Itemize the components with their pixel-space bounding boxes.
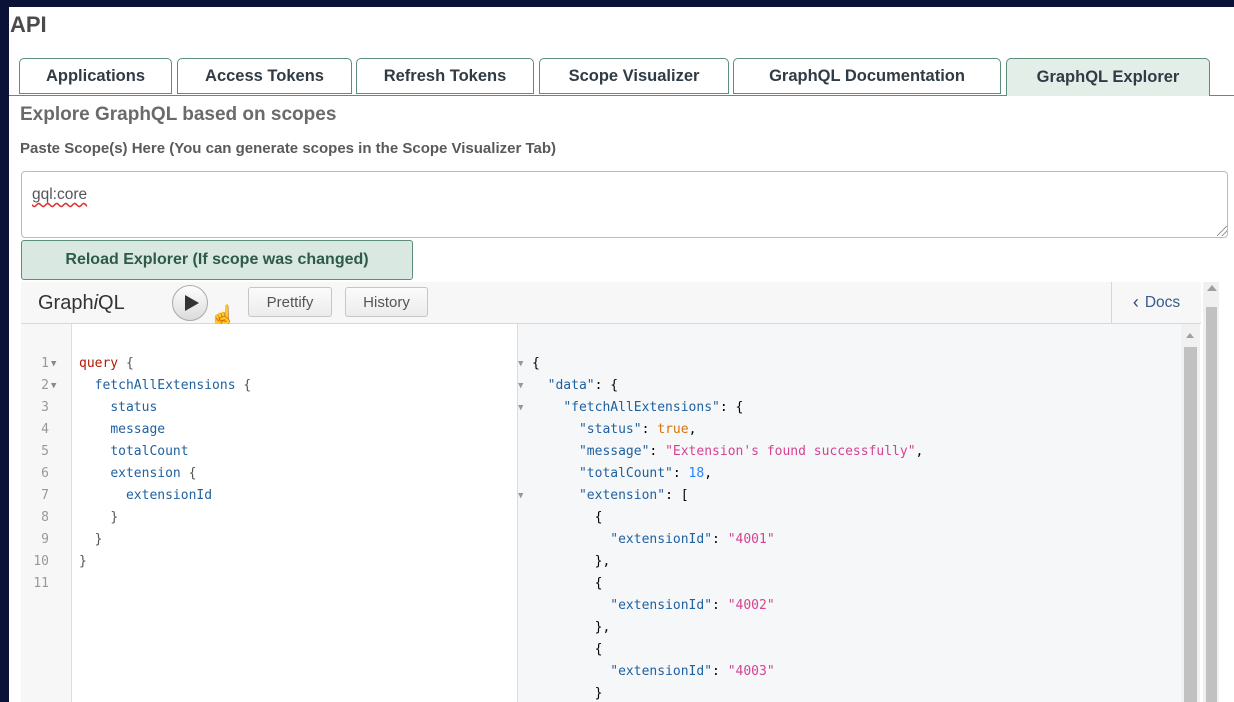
result-line: { bbox=[532, 510, 603, 525]
resize-grip-icon[interactable] bbox=[1217, 226, 1227, 236]
api-panel: API Applications Access Tokens Refresh T… bbox=[9, 7, 1234, 702]
result-line: "extension": [ bbox=[578, 488, 689, 503]
scroll-up-arrow-icon[interactable] bbox=[1207, 285, 1217, 291]
result-line: }, bbox=[532, 620, 611, 635]
query-code-text: fetchAllExtensions { bbox=[94, 378, 252, 393]
line-number: 7 bbox=[41, 488, 49, 503]
graphiql-logo: GraphiQL bbox=[38, 292, 125, 315]
fold-arrow-icon[interactable]: ▼ bbox=[51, 375, 56, 397]
section-heading: Explore GraphQL based on scopes bbox=[20, 104, 337, 125]
execute-query-button[interactable] bbox=[172, 285, 208, 321]
graphiql-toolbar: GraphiQL ☝ Prettify History ‹ Docs bbox=[21, 282, 1201, 329]
result-line: "extensionId": "4001" bbox=[610, 532, 775, 547]
result-line: } bbox=[532, 686, 603, 701]
query-code-text: } bbox=[79, 554, 87, 569]
query-code-text: } bbox=[110, 510, 119, 525]
result-line: "totalCount": 18, bbox=[578, 466, 713, 481]
fold-arrow-icon[interactable]: ▼ bbox=[518, 375, 523, 397]
tab-graphql-documentation[interactable]: GraphQL Documentation bbox=[733, 58, 1001, 94]
scope-label: Paste Scope(s) Here (You can generate sc… bbox=[20, 140, 557, 157]
scroll-up-arrow-icon[interactable] bbox=[1186, 333, 1194, 338]
docs-label: Docs bbox=[1144, 293, 1181, 311]
query-code-text: query { bbox=[79, 356, 134, 371]
fold-arrow-icon[interactable]: ▼ bbox=[518, 485, 523, 507]
result-line: { bbox=[532, 576, 603, 591]
history-button[interactable]: History bbox=[345, 287, 428, 317]
tab-access-tokens[interactable]: Access Tokens bbox=[177, 58, 352, 94]
page-title: API bbox=[10, 12, 47, 37]
fold-arrow-icon[interactable]: ▼ bbox=[518, 353, 523, 375]
scope-textarea[interactable]: gql:core bbox=[21, 171, 1228, 238]
query-code-text: extension { bbox=[110, 466, 197, 481]
query-code-text: totalCount bbox=[110, 444, 189, 459]
tab-graphql-explorer[interactable]: GraphQL Explorer bbox=[1006, 58, 1210, 96]
line-number: 9 bbox=[41, 532, 49, 547]
result-line: { bbox=[532, 642, 603, 657]
query-code-text: status bbox=[110, 400, 158, 415]
tab-scope-visualizer[interactable]: Scope Visualizer bbox=[539, 58, 729, 94]
docs-button[interactable]: ‹ Docs bbox=[1111, 282, 1201, 323]
query-code-text: extensionId bbox=[125, 488, 213, 503]
fold-arrow-icon[interactable]: ▼ bbox=[518, 397, 523, 419]
logo-prefix: Graph bbox=[38, 292, 94, 314]
line-number: 1 bbox=[41, 356, 49, 371]
result-line: "message": "Extension's found successful… bbox=[578, 444, 924, 459]
chevron-left-icon: ‹ bbox=[1132, 292, 1139, 312]
logo-suffix: QL bbox=[98, 292, 125, 314]
query-editor[interactable]: 1 ▼ query { 2 ▼ fetchAllExtensions { 3 status… bbox=[21, 324, 518, 702]
page-scrollbar-thumb[interactable] bbox=[1206, 307, 1217, 702]
result-line: }, bbox=[532, 554, 611, 569]
line-number: 11 bbox=[33, 576, 49, 591]
prettify-button[interactable]: Prettify bbox=[248, 287, 332, 317]
scope-value: gql:core bbox=[32, 186, 88, 203]
line-number: 4 bbox=[41, 422, 49, 437]
result-line: "data": { bbox=[547, 378, 619, 393]
line-number: 6 bbox=[41, 466, 49, 481]
result-line: "status": true, bbox=[578, 422, 697, 437]
result-line: { bbox=[532, 356, 540, 371]
result-viewer[interactable]: { ▼ "data": { ▼ "fetchAllExtensions": { ▼ "… bbox=[518, 324, 1188, 702]
result-line: "extensionId": "4003" bbox=[610, 664, 775, 679]
reload-explorer-button[interactable]: Reload Explorer (If scope was changed) bbox=[21, 240, 413, 280]
fold-arrow-icon[interactable]: ▼ bbox=[51, 353, 56, 375]
line-number: 10 bbox=[33, 554, 49, 569]
result-line: "extensionId": "4002" bbox=[610, 598, 775, 613]
tab-refresh-tokens[interactable]: Refresh Tokens bbox=[356, 58, 534, 94]
line-number: 5 bbox=[41, 444, 49, 459]
line-number: 2 bbox=[41, 378, 49, 393]
tab-bar: Applications Access Tokens Refresh Token… bbox=[9, 58, 1234, 96]
line-number: 3 bbox=[41, 400, 49, 415]
query-code-text: } bbox=[94, 532, 103, 547]
query-code-text: message bbox=[110, 422, 166, 437]
play-icon bbox=[185, 295, 199, 311]
tab-applications[interactable]: Applications bbox=[19, 58, 172, 94]
result-line: "fetchAllExtensions": { bbox=[563, 400, 744, 415]
line-number: 8 bbox=[41, 510, 49, 525]
result-scrollbar-thumb[interactable] bbox=[1184, 347, 1197, 702]
